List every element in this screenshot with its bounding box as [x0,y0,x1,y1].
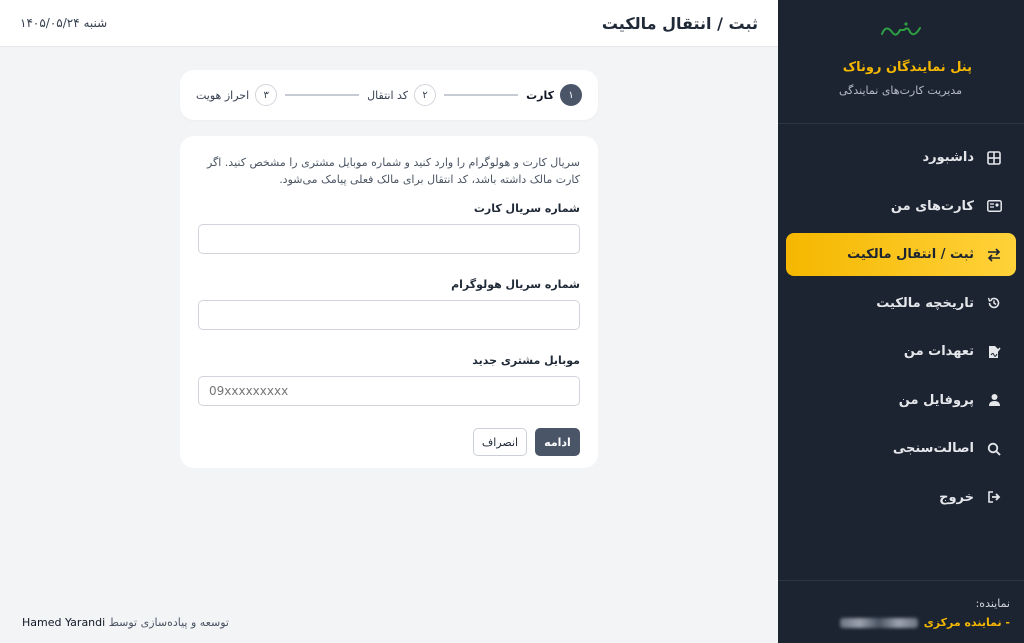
id-card-icon [986,198,1002,214]
brand-title: پنل نمایندگان روناک [842,60,972,75]
sidebar-item-my-cards[interactable]: کارت‌های من [786,185,1016,228]
step-number: ۱ [560,84,582,106]
step-label: کارت [526,88,554,102]
footer-credit: توسعه و پیاده‌سازی توسط Hamed Yarandi [22,616,229,629]
sidebar-item-profile[interactable]: پروفایل من [786,379,1016,422]
sidebar-item-verify[interactable]: اصالت‌سنجی [786,427,1016,470]
sidebar-item-commitments[interactable]: تعهدات من [786,330,1016,373]
sidebar-nav: داشبورد کارت‌های من ثبت / انتقال مالکیت … [778,124,1024,519]
sidebar-item-label: پروفایل من [898,392,974,408]
sidebar-item-transfer[interactable]: ثبت / انتقال مالکیت [786,233,1016,276]
representative-name: - نماینده مرکزی [923,616,1010,629]
signature-doc-icon [986,344,1002,360]
grid-icon [986,150,1002,166]
continue-button[interactable]: ادامه [535,428,580,456]
sidebar-item-label: خروج [939,489,974,505]
step-card: ۱ کارت [526,84,582,106]
transfer-form-card: سریال کارت و هولوگرام را وارد کنید و شما… [180,136,598,468]
sidebar-item-label: ثبت / انتقال مالکیت [847,247,974,262]
stepper: ۱ کارت ۲ کد انتقال ۳ احراز هویت [180,70,598,120]
form-actions: ادامه انصراف [198,428,580,456]
logo-icon [881,22,921,36]
history-icon [986,295,1002,311]
step-connector [444,94,519,96]
sidebar-item-logout[interactable]: خروج [786,476,1016,519]
brand: پنل نمایندگان روناک مدیریت کارت‌های نمای… [778,0,1024,124]
user-icon [986,392,1002,408]
footer-text: توسعه و پیاده‌سازی توسط [108,616,229,629]
sidebar-item-label: کارت‌های من [890,198,974,214]
form-intro: سریال کارت و هولوگرام را وارد کنید و شما… [206,156,580,186]
ronak-logo [778,20,1024,46]
step-connector [285,94,360,96]
step-number: ۲ [414,84,437,106]
representative-info: نماینده: - نماینده مرکزی [778,580,1024,643]
step-transfer-code: ۲ کد انتقال [367,84,437,106]
step-label: کد انتقال [367,88,409,102]
step-number: ۳ [255,84,278,106]
cancel-button[interactable]: انصراف [473,428,527,456]
mobile-input[interactable] [198,376,580,406]
sidebar-item-label: داشبورد [922,150,974,165]
sidebar-item-label: اصالت‌سنجی [892,441,974,456]
sidebar-item-dashboard[interactable]: داشبورد [786,136,1016,179]
hologram-serial-label: شماره سریال هولوگرام [451,278,580,291]
sidebar-item-history[interactable]: تاریخچه مالکیت [786,282,1016,325]
card-serial-input[interactable] [198,224,580,254]
swap-arrows-icon [986,247,1002,263]
representative-value: - نماینده مرکزی [778,616,1010,629]
page-title: ثبت / انتقال مالکیت [601,13,758,33]
logout-icon [986,489,1002,505]
search-icon [986,441,1002,457]
footer-author: Hamed Yarandi [22,616,106,629]
redacted-name [839,617,918,628]
sidebar-item-label: تعهدات من [903,344,974,359]
current-date: شنبه ۱۴۰۵/۰۵/۲۴ [20,16,108,30]
representative-label: نماینده: [975,597,1010,610]
mobile-label: موبایل مشتری جدید [472,354,580,367]
brand-subtitle: مدیریت کارت‌های نمایندگی [838,84,962,97]
sidebar-item-label: تاریخچه مالکیت [876,295,974,311]
hologram-serial-input[interactable] [198,300,580,330]
sidebar: پنل نمایندگان روناک مدیریت کارت‌های نمای… [778,0,1024,643]
step-identity: ۳ احراز هویت [195,84,278,106]
step-label: احراز هویت [195,88,250,102]
card-serial-label: شماره سریال کارت [473,202,580,215]
topbar: ثبت / انتقال مالکیت شنبه ۱۴۰۵/۰۵/۲۴ [0,0,778,47]
